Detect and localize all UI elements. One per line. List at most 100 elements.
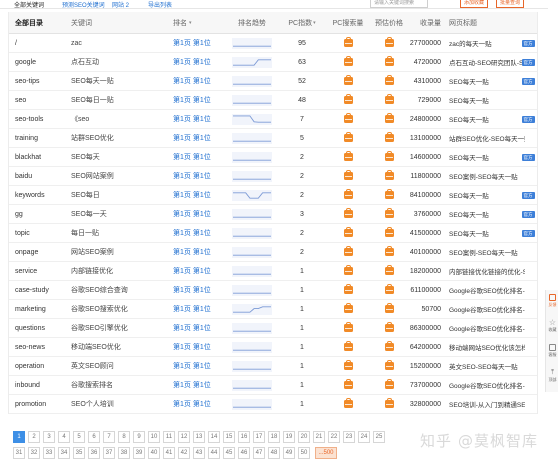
- row-rank[interactable]: 第1页 第1位: [173, 357, 229, 375]
- row-page-title[interactable]: Google谷歌SEO优化排名-SEO...: [447, 281, 525, 299]
- page-button[interactable]: 41: [163, 447, 175, 459]
- page-button[interactable]: 49: [283, 447, 295, 459]
- row-trend-sparkline[interactable]: [229, 205, 275, 223]
- shopping-bag-icon[interactable]: [343, 264, 353, 275]
- row-page-title[interactable]: 点石互动-SEO研究团队-SEO每...: [447, 53, 525, 71]
- page-button[interactable]: 35: [73, 447, 85, 459]
- row-category[interactable]: seo-tips: [15, 72, 63, 90]
- row-trend-sparkline[interactable]: [229, 281, 275, 299]
- page-button[interactable]: 25: [373, 431, 385, 443]
- row-page-title[interactable]: SEO每天一贴: [447, 91, 525, 109]
- row-rank[interactable]: 第1页 第1位: [173, 262, 229, 280]
- row-page-title[interactable]: SEO每天一贴: [447, 205, 525, 223]
- row-page-title[interactable]: SEO每天一贴: [447, 110, 525, 128]
- sidebar-item-3[interactable]: ⤒ 顶部: [547, 367, 558, 389]
- table-row[interactable]: inbound 谷歌搜索排名 第1页 第1位 1 73700000 Google谷歌SEO…: [9, 376, 537, 395]
- row-category[interactable]: questions: [15, 319, 63, 337]
- row-category[interactable]: topic: [15, 224, 63, 242]
- row-price[interactable]: [369, 357, 409, 375]
- shopping-bag-icon[interactable]: [384, 131, 394, 142]
- filter-all-keywords[interactable]: 全部关键词: [14, 0, 44, 9]
- row-price[interactable]: [369, 300, 409, 318]
- row-pc-search[interactable]: [327, 129, 369, 147]
- page-button[interactable]: 23: [343, 431, 355, 443]
- row-category[interactable]: onpage: [15, 243, 63, 261]
- shopping-bag-icon[interactable]: [384, 207, 394, 218]
- shopping-bag-icon[interactable]: [384, 378, 394, 389]
- row-price[interactable]: [369, 34, 409, 52]
- shopping-bag-icon[interactable]: [343, 150, 353, 161]
- page-button[interactable]: 3: [43, 431, 55, 443]
- row-trend-sparkline[interactable]: [229, 224, 275, 242]
- shopping-bag-icon[interactable]: [343, 74, 353, 85]
- shopping-bag-icon[interactable]: [384, 283, 394, 294]
- shopping-bag-icon[interactable]: [343, 340, 353, 351]
- shopping-bag-icon[interactable]: [343, 321, 353, 332]
- shopping-bag-icon[interactable]: [384, 55, 394, 66]
- row-price[interactable]: [369, 53, 409, 71]
- row-keyword[interactable]: 点石互动: [71, 53, 166, 71]
- row-price[interactable]: [369, 281, 409, 299]
- shopping-bag-icon[interactable]: [384, 397, 394, 408]
- export-list-link[interactable]: 导出列表: [148, 0, 172, 9]
- row-pc-search[interactable]: [327, 224, 369, 242]
- row-price[interactable]: [369, 262, 409, 280]
- row-page-title[interactable]: zac的每天一贴: [447, 34, 525, 52]
- shopping-bag-icon[interactable]: [343, 169, 353, 180]
- table-row[interactable]: marketing 谷歌SEO搜索优化 第1页 第1位 1 50700 Google谷歌S…: [9, 300, 537, 319]
- row-trend-sparkline[interactable]: [229, 376, 275, 394]
- row-keyword[interactable]: 谷歌搜索排名: [71, 376, 166, 394]
- row-trend-sparkline[interactable]: [229, 72, 275, 90]
- page-button[interactable]: 5: [73, 431, 85, 443]
- row-pc-search[interactable]: [327, 34, 369, 52]
- row-rank[interactable]: 第1页 第1位: [173, 53, 229, 71]
- row-trend-sparkline[interactable]: [229, 300, 275, 318]
- row-page-title[interactable]: Google谷歌SEO优化排名-SEO...: [447, 376, 525, 394]
- row-keyword[interactable]: 内部链接优化: [71, 262, 166, 280]
- shopping-bag-icon[interactable]: [343, 378, 353, 389]
- row-category[interactable]: baidu: [15, 167, 63, 185]
- row-rank[interactable]: 第1页 第1位: [173, 72, 229, 90]
- page-button[interactable]: 33: [43, 447, 55, 459]
- row-trend-sparkline[interactable]: [229, 395, 275, 413]
- row-pc-search[interactable]: [327, 186, 369, 204]
- row-page-title[interactable]: Google谷歌SEO优化排名-SEO...: [447, 300, 525, 318]
- page-button[interactable]: 13: [193, 431, 205, 443]
- table-row[interactable]: service 内部链接优化 第1页 第1位 1 18200000 内部链接优化链接的优化…: [9, 262, 537, 281]
- page-button[interactable]: 17: [253, 431, 265, 443]
- row-page-title[interactable]: 移动端网站SEO优化该怎样做?...: [447, 338, 525, 356]
- shopping-bag-icon[interactable]: [384, 188, 394, 199]
- row-pc-search[interactable]: [327, 53, 369, 71]
- row-pc-search[interactable]: [327, 281, 369, 299]
- row-price[interactable]: [369, 148, 409, 166]
- row-category[interactable]: /: [15, 34, 63, 52]
- row-keyword[interactable]: 每日一贴: [71, 224, 166, 242]
- keyword-search-input[interactable]: 请输入关键词搜索: [370, 0, 428, 8]
- row-page-title[interactable]: SEO每天一贴: [447, 72, 525, 90]
- sidebar-item-1[interactable]: ☆ 收藏: [547, 317, 558, 339]
- row-category[interactable]: gg: [15, 205, 63, 223]
- row-rank[interactable]: 第1页 第1位: [173, 376, 229, 394]
- row-keyword[interactable]: SEO每一天: [71, 205, 166, 223]
- row-price[interactable]: [369, 186, 409, 204]
- row-trend-sparkline[interactable]: [229, 357, 275, 375]
- row-trend-sparkline[interactable]: [229, 34, 275, 52]
- row-trend-sparkline[interactable]: [229, 129, 275, 147]
- row-pc-search[interactable]: [327, 319, 369, 337]
- row-trend-sparkline[interactable]: [229, 148, 275, 166]
- page-button[interactable]: 47: [253, 447, 265, 459]
- row-page-title[interactable]: 站群SEO优化-SEO每天一贴: [447, 129, 525, 147]
- row-pc-search[interactable]: [327, 395, 369, 413]
- table-row[interactable]: seo-tools 《seo 第1页 第1位 7 24800000 SEO每天一贴 官方: [9, 110, 537, 129]
- filter-predicted-keywords[interactable]: 预测SEO关键词: [62, 0, 105, 9]
- row-keyword[interactable]: SEO每天一贴: [71, 72, 166, 90]
- row-trend-sparkline[interactable]: [229, 262, 275, 280]
- row-rank[interactable]: 第1页 第1位: [173, 91, 229, 109]
- shopping-bag-icon[interactable]: [384, 340, 394, 351]
- row-rank[interactable]: 第1页 第1位: [173, 243, 229, 261]
- row-pc-search[interactable]: [327, 357, 369, 375]
- row-category[interactable]: case-study: [15, 281, 63, 299]
- page-button[interactable]: 36: [88, 447, 100, 459]
- sort-arrow-icon[interactable]: ▾: [313, 20, 316, 26]
- sort-arrow-icon[interactable]: ▾: [189, 20, 192, 26]
